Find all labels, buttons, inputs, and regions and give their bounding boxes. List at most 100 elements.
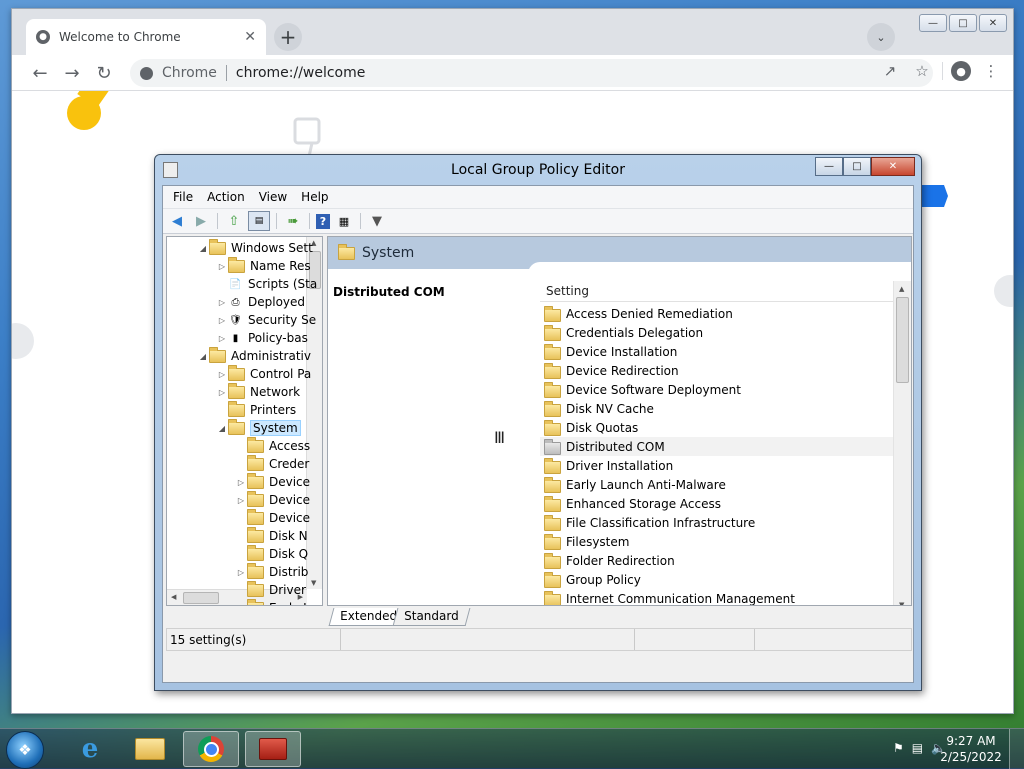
scroll-thumb[interactable]	[896, 297, 909, 383]
scroll-up-arrow-icon[interactable]: ▲	[899, 285, 904, 293]
gpe-close-button[interactable]: ✕	[871, 157, 915, 176]
tree-item[interactable]: ▷ ⎙ Deployed	[216, 293, 305, 311]
new-tab-button[interactable]: +	[274, 23, 302, 51]
list-item[interactable]: Folder Redirection	[540, 551, 893, 570]
tree-item[interactable]: ◢ Administrativ	[197, 346, 311, 365]
list-item[interactable]: Early Launch Anti-Malware	[540, 475, 893, 494]
tree-item[interactable]: Creder	[235, 454, 309, 473]
list-item[interactable]: Filesystem	[540, 532, 893, 551]
bookmark-star-icon[interactable]: ☆	[910, 59, 934, 83]
gpe-minimize-button[interactable]: —	[815, 157, 843, 176]
list-item[interactable]: Device Software Deployment	[540, 380, 893, 399]
filter-icon[interactable]: ▼	[367, 212, 387, 230]
tree-item[interactable]: ◢ Windows Sett	[197, 238, 313, 257]
network-icon[interactable]: ▤	[912, 741, 923, 755]
expand-arrow-icon[interactable]: ▷	[216, 316, 228, 325]
taskbar-group-policy-editor[interactable]	[245, 731, 301, 767]
column-header-setting[interactable]: Setting	[540, 281, 899, 302]
export-list-icon[interactable]: ➠	[283, 212, 303, 230]
tree-item[interactable]: Early L	[235, 598, 310, 605]
minimize-button[interactable]: —	[919, 14, 947, 32]
folder-icon	[544, 590, 561, 605]
tree-item[interactable]: Access	[235, 436, 310, 455]
scroll-left-arrow-icon[interactable]: ◀	[171, 593, 176, 601]
scroll-down-arrow-icon[interactable]: ▼	[311, 579, 316, 587]
tree-item[interactable]: Disk Q	[235, 544, 308, 563]
show-desktop-button[interactable]	[1009, 729, 1024, 769]
tab-search-button[interactable]: ⌄	[867, 23, 895, 51]
close-button[interactable]: ✕	[979, 14, 1007, 32]
tree-item[interactable]: ▷ Device	[235, 472, 310, 491]
expand-arrow-icon[interactable]: ▷	[235, 568, 247, 577]
tree-item[interactable]: ▷ 🛡 Security Se	[216, 311, 316, 329]
taskbar-internet-explorer[interactable]: e	[62, 731, 118, 767]
expand-arrow-icon[interactable]: ▷	[216, 370, 228, 379]
tab-standard[interactable]: Standard	[392, 608, 471, 626]
list-item[interactable]: Disk Quotas	[540, 418, 893, 437]
expand-arrow-icon[interactable]: ▷	[216, 298, 228, 307]
up-folder-icon[interactable]: ⇧	[224, 212, 244, 230]
list-item[interactable]: Device Installation	[540, 342, 893, 361]
tree-item[interactable]: ▷ Name Res	[216, 256, 311, 275]
tab-close-icon[interactable]: ✕	[244, 29, 256, 45]
tree-item[interactable]: Disk N	[235, 526, 308, 545]
expand-arrow-icon[interactable]: ▷	[235, 496, 247, 505]
list-item[interactable]: Group Policy	[540, 570, 893, 589]
back-icon[interactable]: ◀	[167, 212, 187, 230]
properties-icon[interactable]: ▦	[334, 212, 354, 230]
list-item[interactable]: Enhanced Storage Access	[540, 494, 893, 513]
taskbar-chrome[interactable]	[183, 731, 239, 767]
menu-action[interactable]: Action	[200, 190, 252, 204]
share-icon[interactable]: ↗	[878, 59, 902, 83]
expand-arrow-icon[interactable]: ▷	[216, 334, 228, 343]
clock[interactable]: 9:27 AM 2/25/2022	[940, 733, 1002, 765]
expand-arrow-icon[interactable]: ▷	[235, 478, 247, 487]
tree-item[interactable]: 📄 Scripts (Sta	[216, 275, 317, 293]
tree-item[interactable]: Printers	[216, 400, 296, 419]
list-item[interactable]: Internet Communication Management	[540, 589, 893, 605]
clock-time: 9:27 AM	[946, 734, 996, 748]
list-item[interactable]: Disk NV Cache	[540, 399, 893, 418]
show-hide-tree-icon[interactable]: ▤	[248, 211, 270, 231]
address-bar[interactable]: Chrome chrome://welcome	[130, 59, 933, 87]
collapse-arrow-icon[interactable]: ◢	[216, 424, 228, 433]
menu-view[interactable]: View	[252, 190, 294, 204]
profile-avatar-icon[interactable]: ●	[951, 61, 971, 81]
list-vertical-scrollbar[interactable]: ▲ ▼	[893, 281, 911, 605]
tree-item[interactable]: ▷ Network	[216, 382, 300, 401]
reload-icon[interactable]: ↻	[92, 61, 116, 85]
expand-arrow-icon[interactable]: ▷	[216, 262, 228, 271]
more-menu-icon[interactable]: ⋮	[979, 59, 1003, 83]
list-item[interactable]: Distributed COM	[540, 437, 893, 456]
collapse-arrow-icon[interactable]: ◢	[197, 244, 209, 253]
menu-file[interactable]: File	[166, 190, 200, 204]
list-item[interactable]: Device Redirection	[540, 361, 893, 380]
forward-icon[interactable]: ▶	[191, 212, 211, 230]
scroll-thumb[interactable]	[183, 592, 219, 604]
tree-item[interactable]: Driver	[235, 580, 306, 599]
list-item[interactable]: Credentials Delegation	[540, 323, 893, 342]
list-item[interactable]: Access Denied Remediation	[540, 304, 893, 323]
scroll-down-arrow-icon[interactable]: ▼	[899, 601, 904, 605]
start-button[interactable]: ❖	[6, 731, 44, 769]
gpe-maximize-button[interactable]: □	[843, 157, 871, 176]
collapse-arrow-icon[interactable]: ◢	[197, 352, 209, 361]
list-item[interactable]: File Classification Infrastructure	[540, 513, 893, 532]
maximize-button[interactable]: □	[949, 14, 977, 32]
back-arrow-icon[interactable]: ←	[28, 61, 52, 85]
list-item[interactable]: Driver Installation	[540, 456, 893, 475]
tree-item[interactable]: ▷ Distrib	[235, 562, 308, 581]
tree-item[interactable]: ◢ System	[216, 418, 301, 437]
help-icon[interactable]: ?	[316, 213, 330, 229]
forward-arrow-icon[interactable]: →	[60, 61, 84, 85]
clock-date: 2/25/2022	[940, 750, 1002, 764]
menu-help[interactable]: Help	[294, 190, 335, 204]
expand-arrow-icon[interactable]: ▷	[216, 388, 228, 397]
tree-item[interactable]: ▷ Device	[235, 490, 310, 509]
taskbar-file-explorer[interactable]	[122, 731, 178, 767]
browser-tab[interactable]: ● Welcome to Chrome ✕	[26, 19, 266, 55]
tree-item[interactable]: ▷ Control Pa	[216, 364, 311, 383]
action-center-flag-icon[interactable]: ⚑	[893, 741, 904, 755]
tree-item[interactable]: Device	[235, 508, 310, 527]
tree-item[interactable]: ▷ ▮ Policy-bas	[216, 329, 308, 347]
